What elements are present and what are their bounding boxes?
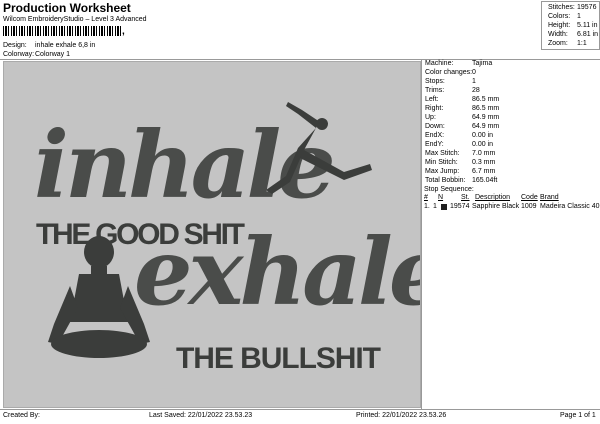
embroidery-artwork: inhale THE GOOD SHIT exhale THE BULLSHIT	[34, 102, 448, 375]
colors-label: Colors:	[548, 13, 571, 20]
barcode	[3, 26, 121, 36]
col-brand: Brand	[540, 194, 559, 201]
col-hash: #	[424, 194, 428, 201]
info-value: 1	[472, 78, 476, 85]
info-value: 64.9 mm	[472, 114, 500, 121]
panel-divider	[421, 59, 422, 409]
info-value: 6.7 mm	[472, 168, 496, 175]
col-description: Description	[475, 194, 511, 201]
col-n: N	[438, 194, 444, 201]
colorway-value: Colorway 1	[35, 51, 71, 58]
info-value: Tajima	[472, 60, 493, 67]
header-divider	[0, 59, 600, 60]
col-st: St.	[461, 194, 470, 201]
row-n: 1	[433, 203, 437, 210]
stitches-value: 19576	[577, 4, 597, 11]
info-label: Max Jump:	[425, 168, 460, 175]
stitches-label: Stitches:	[548, 4, 575, 11]
info-label: Min Stitch:	[425, 159, 458, 166]
colors-value: 1	[577, 13, 581, 20]
artwork-line-bull: THE BULLSHIT	[176, 342, 382, 375]
stop-sequence-title: Stop Sequence:	[424, 186, 474, 193]
info-label: Machine:	[425, 60, 454, 67]
info-label: Left:	[425, 96, 439, 103]
info-value: 0.00 in	[472, 141, 494, 148]
info-value: 86.5 mm	[472, 105, 500, 112]
info-value: 0.00 in	[472, 132, 494, 139]
stats-box: Stitches: 19576 Colors: 1 Height: 5.11 i…	[541, 1, 600, 50]
zoom-label: Zoom:	[548, 40, 568, 47]
row-description: Sapphire Black	[472, 203, 520, 210]
page-number: Page 1 of 1	[560, 412, 596, 419]
row-stitches: 19574	[450, 203, 470, 210]
info-value: 86.5 mm	[472, 96, 500, 103]
height-label: Height:	[548, 22, 571, 29]
info-label: Trims:	[425, 87, 445, 94]
info-value: 64.9 mm	[472, 123, 500, 130]
design-value: inhale exhale 6,8 in	[35, 42, 96, 49]
info-value: 0	[472, 69, 476, 76]
colorway-label: Colorway:	[3, 51, 35, 58]
col-code: Code	[521, 194, 538, 201]
info-label: EndY:	[425, 141, 444, 148]
row-code: 1009	[521, 203, 537, 210]
footer-divider	[0, 409, 600, 410]
info-label: Total Bobbin:	[425, 177, 466, 184]
height-value: 5.11 in	[577, 22, 598, 29]
width-value: 6.81 in	[577, 31, 599, 38]
info-value: 165.04ft	[472, 177, 498, 184]
artwork-line-inhale: inhale	[34, 111, 332, 219]
width-label: Width:	[548, 31, 568, 38]
thread-color-swatch	[441, 204, 447, 210]
zoom-value: 1:1	[577, 40, 587, 47]
info-label: EndX:	[425, 132, 445, 139]
info-value: 0.3 mm	[472, 159, 496, 166]
artwork-line-exhale: exhale	[134, 218, 420, 326]
barcode-suffix: ,	[122, 26, 125, 37]
info-label: Color changes:	[425, 69, 473, 76]
last-saved: Last Saved: 22/01/2022 23.53.23	[149, 412, 253, 419]
info-label: Up:	[425, 114, 436, 121]
design-label: Design:	[3, 42, 27, 49]
design-preview: inhale THE GOOD SHIT exhale THE BULLSHIT	[3, 61, 448, 408]
created-by: Created By:	[3, 412, 40, 419]
software-name: Wilcom EmbroideryStudio – Level 3 Advanc…	[3, 16, 147, 23]
info-value: 28	[472, 87, 480, 94]
row-index: 1.	[424, 203, 430, 210]
row-brand: Madeira Classic 40	[540, 203, 600, 210]
info-label: Down:	[425, 123, 445, 130]
info-value: 7.0 mm	[472, 150, 496, 157]
printed-date: Printed: 22/01/2022 23.53.26	[356, 412, 447, 419]
page-title: Production Worksheet	[3, 1, 131, 15]
info-label: Right:	[425, 105, 444, 112]
info-label: Max Stitch:	[425, 150, 460, 157]
info-label: Stops:	[425, 78, 445, 85]
